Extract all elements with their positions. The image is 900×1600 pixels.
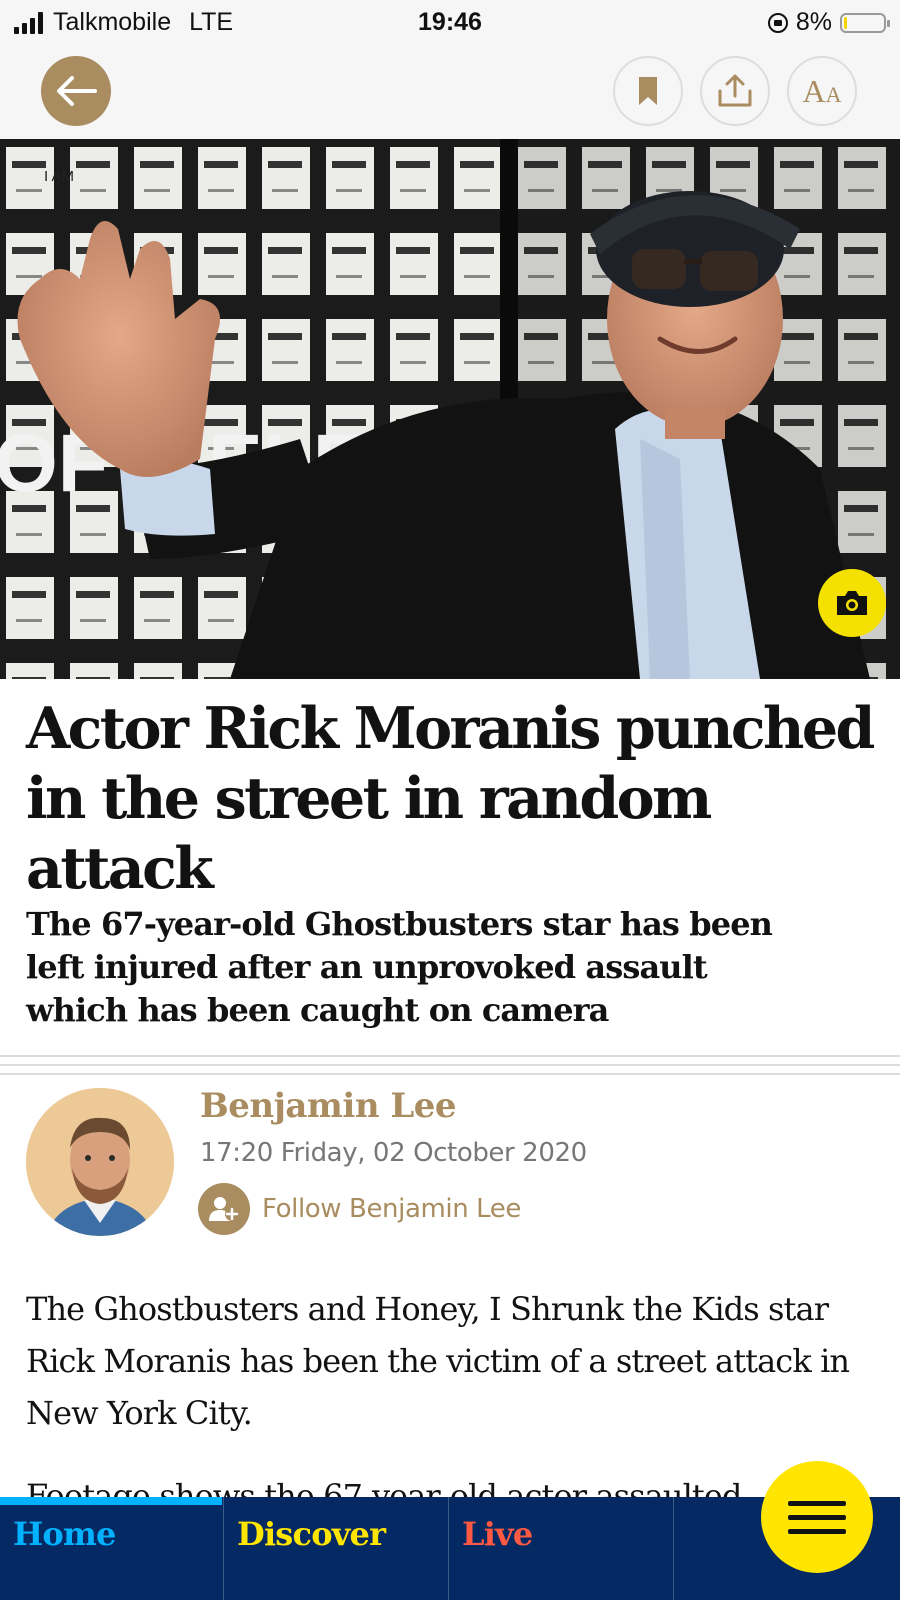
clock: 19:46	[418, 8, 482, 36]
nav-tab-label: Home	[13, 1515, 116, 1553]
follow-author-label: Follow Benjamin Lee	[262, 1194, 522, 1224]
follow-author-button[interactable]: Follow Benjamin Lee	[198, 1183, 521, 1235]
nav-tab-discover[interactable]: Discover	[224, 1497, 448, 1600]
author-portrait	[26, 1088, 174, 1236]
nav-tab-home[interactable]: Home	[0, 1497, 223, 1600]
status-right: 8%	[767, 8, 890, 37]
hero-photo: OF ELF I AM	[0, 139, 900, 679]
hero-image[interactable]: OF ELF I AM	[0, 139, 900, 679]
article-paragraph: The Ghostbusters and Honey, I Shrunk the…	[26, 1290, 850, 1432]
publish-date: 17:20 Friday, 02 October 2020	[200, 1138, 587, 1168]
battery-icon	[840, 12, 890, 33]
hamburger-menu-icon	[788, 1514, 846, 1520]
hero-sign-text: I AM	[44, 168, 74, 185]
gallery-camera-button[interactable]	[818, 569, 886, 637]
nav-separator	[673, 1497, 674, 1600]
divider-rule	[0, 1064, 900, 1066]
divider-rule	[0, 1055, 900, 1057]
share-button[interactable]	[700, 56, 770, 126]
author-avatar[interactable]	[26, 1088, 174, 1236]
text-size-icon: AA	[802, 72, 842, 109]
nav-tab-label: Discover	[237, 1515, 386, 1553]
battery-level	[844, 16, 847, 29]
article-headline: Actor Rick Moranis punched in the street…	[26, 695, 875, 902]
author-name-link[interactable]: Benjamin Lee	[200, 1086, 457, 1126]
article-toolbar: AA	[0, 46, 900, 139]
status-bar: Talkmobile LTE 19:46 8%	[0, 0, 900, 46]
text-size-button[interactable]: AA	[787, 56, 857, 126]
article-standfirst: The 67-year-old Ghostbusters star has be…	[26, 905, 773, 1029]
arrow-left-icon	[57, 76, 97, 106]
rotation-lock-icon	[767, 12, 788, 33]
bookmark-icon	[639, 77, 657, 105]
back-button[interactable]	[41, 56, 111, 126]
share-icon	[718, 74, 752, 107]
camera-icon	[837, 591, 867, 615]
hamburger-menu-icon	[788, 1500, 846, 1506]
battery-percent: 8%	[795, 8, 832, 36]
nav-tab-live[interactable]: Live	[449, 1497, 673, 1600]
menu-button[interactable]	[761, 1461, 873, 1573]
nav-tab-label: Live	[462, 1515, 533, 1553]
divider-rule	[0, 1073, 900, 1075]
bookmark-button[interactable]	[613, 56, 683, 126]
hamburger-menu-icon	[788, 1528, 846, 1534]
add-person-icon	[198, 1183, 250, 1235]
